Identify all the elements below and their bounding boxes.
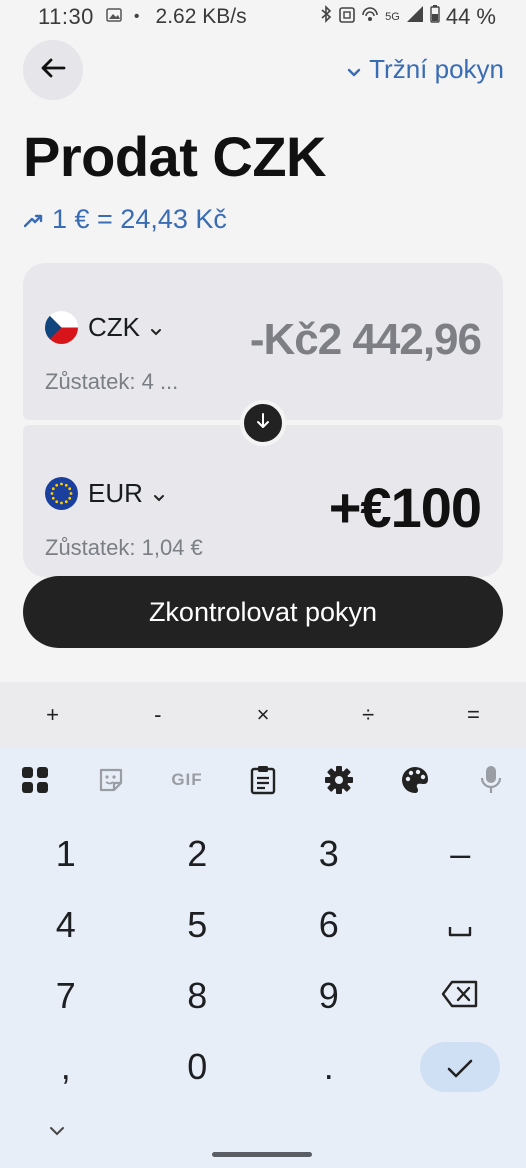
key-divide[interactable]: ÷: [316, 682, 421, 748]
backspace-icon: [441, 975, 479, 1017]
battery-level: 44 %: [445, 4, 496, 29]
sell-balance: Zůstatek: 4 ...: [45, 369, 179, 394]
key-7[interactable]: 7: [0, 960, 132, 1031]
key-backspace[interactable]: [395, 960, 526, 1031]
exchange-rate-label: 1 € = 24,43 Kč: [52, 204, 227, 234]
czech-flag-icon: [45, 311, 78, 344]
key-plus[interactable]: +: [0, 682, 105, 748]
key-row: 4 5 6: [0, 889, 526, 960]
keyboard-bottom-bar: [0, 1118, 526, 1168]
key-8[interactable]: 8: [132, 960, 264, 1031]
order-type-label: Tržní pokyn: [369, 54, 504, 84]
page-title: Prodat CZK: [23, 125, 327, 188]
sell-currency-card[interactable]: CZK Zůstatek: 4 ... -Kč2 442,96: [23, 263, 503, 420]
apps-grid-icon[interactable]: [18, 763, 52, 797]
eu-flag-icon: [45, 477, 78, 510]
bluetooth-icon: [319, 5, 333, 29]
key-minus[interactable]: -: [105, 682, 210, 748]
signal-icon: [406, 5, 424, 29]
chevron-down-icon: [150, 312, 162, 343]
hide-keyboard-chevron-icon[interactable]: [48, 1124, 66, 1142]
operator-row: + - × ÷ =: [0, 682, 526, 748]
battery-icon: [430, 5, 440, 29]
key-period[interactable]: .: [263, 1031, 395, 1102]
status-bar: 11:30 • 2.62 KB/s 5G 44 %: [0, 0, 526, 34]
trend-up-icon: [23, 204, 44, 235]
clipboard-icon[interactable]: [246, 763, 280, 797]
key-4[interactable]: 4: [0, 889, 132, 960]
sticker-icon[interactable]: [94, 763, 128, 797]
numeric-keyboard: + - × ÷ = GIF 1 2 3 – 4 5 6 7 8 9 , 0 .: [0, 682, 526, 1168]
status-time: 11:30: [38, 4, 94, 29]
key-row: 7 8 9: [0, 960, 526, 1031]
buy-currency-card[interactable]: EUR Zůstatek: 1,04 € +€100: [23, 425, 503, 577]
key-3[interactable]: 3: [263, 818, 395, 889]
keyboard-toolbar: GIF: [0, 748, 526, 812]
network-type: 5G: [385, 11, 400, 23]
net-speed: 2.62 KB/s: [155, 5, 247, 28]
key-multiply[interactable]: ×: [210, 682, 315, 748]
review-order-button[interactable]: Zkontrolovat pokyn: [23, 576, 503, 648]
buy-currency-selector[interactable]: EUR: [45, 477, 165, 510]
key-9[interactable]: 9: [263, 960, 395, 1031]
enter-button[interactable]: [420, 1041, 501, 1092]
sell-amount[interactable]: -Kč2 442,96: [250, 315, 482, 365]
buy-amount[interactable]: +€100: [329, 475, 482, 540]
key-1[interactable]: 1: [0, 818, 132, 889]
microphone-icon[interactable]: [474, 763, 508, 797]
key-5[interactable]: 5: [132, 889, 264, 960]
checkmark-icon: [447, 1046, 473, 1088]
key-row: 1 2 3 –: [0, 818, 526, 889]
swap-direction-button[interactable]: [240, 400, 286, 446]
gallery-notification-icon: [106, 7, 122, 27]
sell-currency-code: CZK: [88, 312, 140, 342]
key-comma[interactable]: ,: [0, 1031, 132, 1102]
key-enter[interactable]: [395, 1031, 526, 1102]
dot-icon: •: [133, 8, 140, 25]
key-equals[interactable]: =: [421, 682, 526, 748]
chevron-down-icon: [153, 478, 165, 509]
key-row: , 0 .: [0, 1031, 526, 1102]
order-type-selector[interactable]: Tržní pokyn: [347, 54, 504, 85]
key-6[interactable]: 6: [263, 889, 395, 960]
gesture-handle[interactable]: [212, 1152, 312, 1157]
key-0[interactable]: 0: [132, 1031, 264, 1102]
buy-balance: Zůstatek: 1,04 €: [45, 535, 203, 560]
sell-currency-selector[interactable]: CZK: [45, 311, 162, 344]
gif-icon[interactable]: GIF: [170, 763, 204, 797]
space-icon: [448, 904, 472, 946]
chevron-down-icon: [347, 54, 361, 85]
key-dash[interactable]: –: [395, 818, 526, 889]
theme-palette-icon[interactable]: [398, 763, 432, 797]
nfc-icon: [339, 5, 355, 29]
arrow-down-icon: [256, 412, 270, 434]
key-2[interactable]: 2: [132, 818, 264, 889]
key-space[interactable]: [395, 889, 526, 960]
arrow-left-icon: [40, 57, 66, 84]
settings-gear-icon[interactable]: [322, 763, 356, 797]
buy-currency-code: EUR: [88, 478, 143, 508]
hotspot-icon: [361, 5, 379, 29]
number-pad: 1 2 3 – 4 5 6 7 8 9 , 0 .: [0, 818, 526, 1102]
exchange-rate[interactable]: 1 € = 24,43 Kč: [23, 204, 227, 235]
back-button[interactable]: [23, 40, 83, 100]
